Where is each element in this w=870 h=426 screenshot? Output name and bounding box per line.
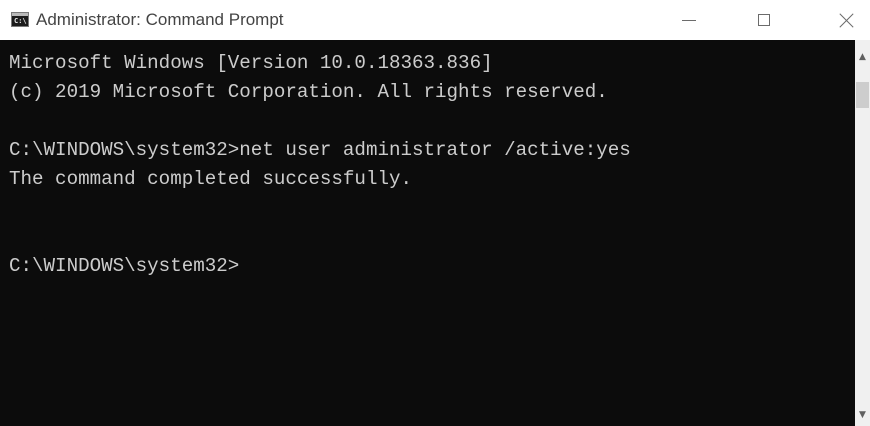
cmd-app-icon[interactable]: C:\ — [11, 12, 29, 27]
minimize-icon — [682, 19, 696, 21]
console-line: (c) 2019 Microsoft Corporation. All righ… — [9, 81, 608, 103]
console-line: Microsoft Windows [Version 10.0.18363.83… — [9, 52, 493, 74]
vertical-scrollbar[interactable]: ▲ ▼ — [855, 40, 870, 426]
maximize-button[interactable] — [741, 0, 787, 40]
cmd-icon-glyph: C:\ — [14, 17, 27, 25]
scroll-down-arrow-icon[interactable]: ▼ — [855, 406, 870, 423]
cmd-icon-bar — [12, 13, 28, 16]
scroll-up-arrow-icon[interactable]: ▲ — [855, 48, 870, 65]
close-button[interactable] — [824, 0, 870, 40]
scrollbar-thumb[interactable] — [856, 82, 869, 108]
console-line: C:\WINDOWS\system32>net user administrat… — [9, 139, 631, 161]
title-bar[interactable]: C:\ Administrator: Command Prompt — [0, 0, 870, 40]
close-icon — [839, 12, 855, 28]
console-line: The command completed successfully. — [9, 168, 413, 190]
console-output[interactable]: Microsoft Windows [Version 10.0.18363.83… — [0, 40, 855, 426]
command-prompt-window: C:\ Administrator: Command Prompt Micros… — [0, 0, 870, 426]
window-title: Administrator: Command Prompt — [36, 10, 284, 29]
maximize-icon — [758, 14, 770, 26]
command-prompt-line: C:\WINDOWS\system32> — [9, 255, 240, 277]
minimize-button[interactable] — [666, 0, 712, 40]
